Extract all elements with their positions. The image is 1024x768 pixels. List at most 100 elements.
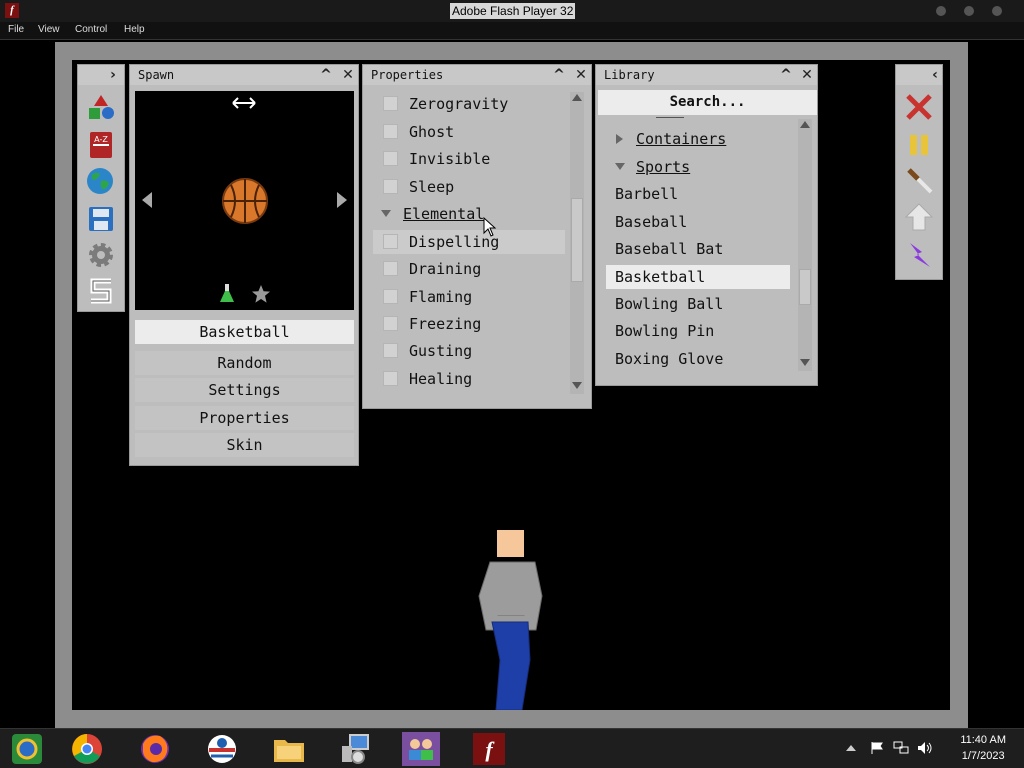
right-tools-panel: ‹ (895, 64, 943, 280)
library-item[interactable]: Bowling Ball (606, 292, 790, 316)
flask-icon[interactable] (219, 283, 235, 303)
file-explorer-icon[interactable] (272, 732, 306, 766)
menu-control[interactable]: Control (75, 24, 107, 35)
bank-app-icon[interactable] (205, 732, 239, 766)
library-title: Library (604, 68, 655, 82)
property-checkbox[interactable] (383, 96, 398, 111)
properties-collapse-icon[interactable]: ^ (551, 67, 567, 83)
firefox-icon[interactable] (138, 732, 172, 766)
gear-icon[interactable] (87, 241, 115, 269)
group-elemental[interactable]: Elemental (373, 202, 565, 226)
properties-scrollbar[interactable] (570, 92, 584, 394)
property-sleep[interactable]: Sleep (373, 175, 565, 199)
knife-icon[interactable] (905, 166, 933, 194)
scroll-up-icon[interactable] (572, 94, 582, 102)
properties-button[interactable]: Properties (135, 406, 354, 430)
library-group-sports[interactable]: Sports (606, 155, 790, 179)
volume-icon[interactable] (917, 741, 933, 755)
pause-icon[interactable] (905, 131, 933, 159)
scroll-down-icon[interactable] (800, 359, 810, 367)
scroll-down-icon[interactable] (572, 382, 582, 390)
library-scrollbar[interactable] (798, 119, 812, 371)
taskbar-clock[interactable]: 11:40 AM 1/7/2023 (960, 732, 1006, 764)
s-logo-icon[interactable] (87, 277, 115, 305)
prev-arrow-icon[interactable] (140, 191, 154, 209)
property-checkbox[interactable] (383, 124, 398, 139)
users-app-icon[interactable] (402, 732, 440, 766)
spawn-selected-item: Basketball (135, 320, 354, 344)
property-zerogravity[interactable]: Zerogravity (373, 92, 565, 116)
properties-close-icon[interactable]: ✕ (573, 67, 589, 83)
property-checkbox[interactable] (383, 371, 398, 386)
next-arrow-icon[interactable] (335, 191, 349, 209)
delete-icon[interactable] (905, 93, 933, 121)
property-dispelling[interactable]: Dispelling (373, 230, 565, 254)
media-app-icon[interactable] (10, 732, 44, 766)
shapes-icon[interactable] (87, 93, 115, 121)
minimize-button[interactable] (936, 6, 946, 16)
property-invisible[interactable]: Invisible (373, 147, 565, 171)
property-ghost[interactable]: Ghost (373, 120, 565, 144)
maximize-button[interactable] (964, 6, 974, 16)
lightning-icon[interactable] (905, 241, 933, 269)
tray-expand-icon[interactable] (846, 744, 856, 752)
clock-time: 11:40 AM (960, 734, 1006, 746)
spawn-preview[interactable] (135, 91, 354, 310)
property-healing[interactable]: Healing (373, 367, 565, 391)
library-header: Library ^ ✕ (596, 65, 817, 85)
close-button[interactable] (992, 6, 1002, 16)
library-close-icon[interactable]: ✕ (799, 67, 815, 83)
expand-arrow-icon (381, 210, 391, 217)
arrow-up-icon[interactable] (905, 203, 933, 231)
system-tool-icon[interactable] (338, 732, 372, 766)
property-checkbox[interactable] (383, 234, 398, 249)
skin-button[interactable]: Skin (135, 433, 354, 457)
property-checkbox[interactable] (383, 289, 398, 304)
library-divider (656, 117, 684, 118)
properties-panel: Properties ^ ✕ Zerogravity Ghost Invisib… (362, 64, 592, 409)
dictionary-icon[interactable]: A-Z (87, 131, 115, 159)
chrome-icon[interactable] (70, 732, 104, 766)
property-checkbox[interactable] (383, 261, 398, 276)
properties-scroll-thumb[interactable] (571, 198, 583, 282)
network-icon[interactable] (893, 741, 909, 755)
expand-arrow-icon (616, 134, 623, 144)
window-titlebar: f Adobe Flash Player 32 (0, 0, 1024, 22)
menu-file[interactable]: File (8, 24, 24, 35)
library-item[interactable]: Barbell (606, 182, 790, 206)
flag-icon[interactable] (870, 741, 884, 755)
library-group-containers[interactable]: Containers (606, 127, 790, 151)
save-icon[interactable] (87, 205, 115, 233)
property-flaming[interactable]: Flaming (373, 285, 565, 309)
flash-player-icon[interactable]: f (472, 732, 506, 766)
property-draining[interactable]: Draining (373, 257, 565, 281)
library-search-input[interactable]: Search... (598, 90, 817, 115)
collapse-arrow-icon[interactable]: ‹ (927, 67, 943, 83)
library-item[interactable]: Boxing Glove (606, 347, 790, 371)
menu-help[interactable]: Help (124, 24, 145, 35)
property-freezing[interactable]: Freezing (373, 312, 565, 336)
collapse-arrow-icon[interactable]: › (105, 67, 121, 83)
right-tools-header: ‹ (896, 65, 942, 85)
globe-icon[interactable] (86, 167, 114, 195)
random-button[interactable]: Random (135, 351, 354, 375)
library-item[interactable]: Bowling Pin (606, 319, 790, 343)
spawn-collapse-icon[interactable]: ^ (318, 67, 334, 83)
settings-button[interactable]: Settings (135, 378, 354, 402)
property-checkbox[interactable] (383, 179, 398, 194)
ragdoll-figure[interactable] (466, 528, 556, 710)
library-collapse-icon[interactable]: ^ (778, 67, 794, 83)
library-item[interactable]: Baseball (606, 210, 790, 234)
spawn-close-icon[interactable]: ✕ (340, 67, 356, 83)
property-gusting[interactable]: Gusting (373, 339, 565, 363)
menu-view[interactable]: View (38, 24, 60, 35)
library-item-selected[interactable]: Basketball (606, 265, 790, 289)
scroll-up-icon[interactable] (800, 121, 810, 129)
property-checkbox[interactable] (383, 151, 398, 166)
flip-arrow-icon[interactable] (232, 96, 256, 110)
property-checkbox[interactable] (383, 343, 398, 358)
library-item[interactable]: Baseball Bat (606, 237, 790, 261)
star-icon[interactable] (251, 284, 271, 304)
library-scroll-thumb[interactable] (799, 269, 811, 305)
property-checkbox[interactable] (383, 316, 398, 331)
